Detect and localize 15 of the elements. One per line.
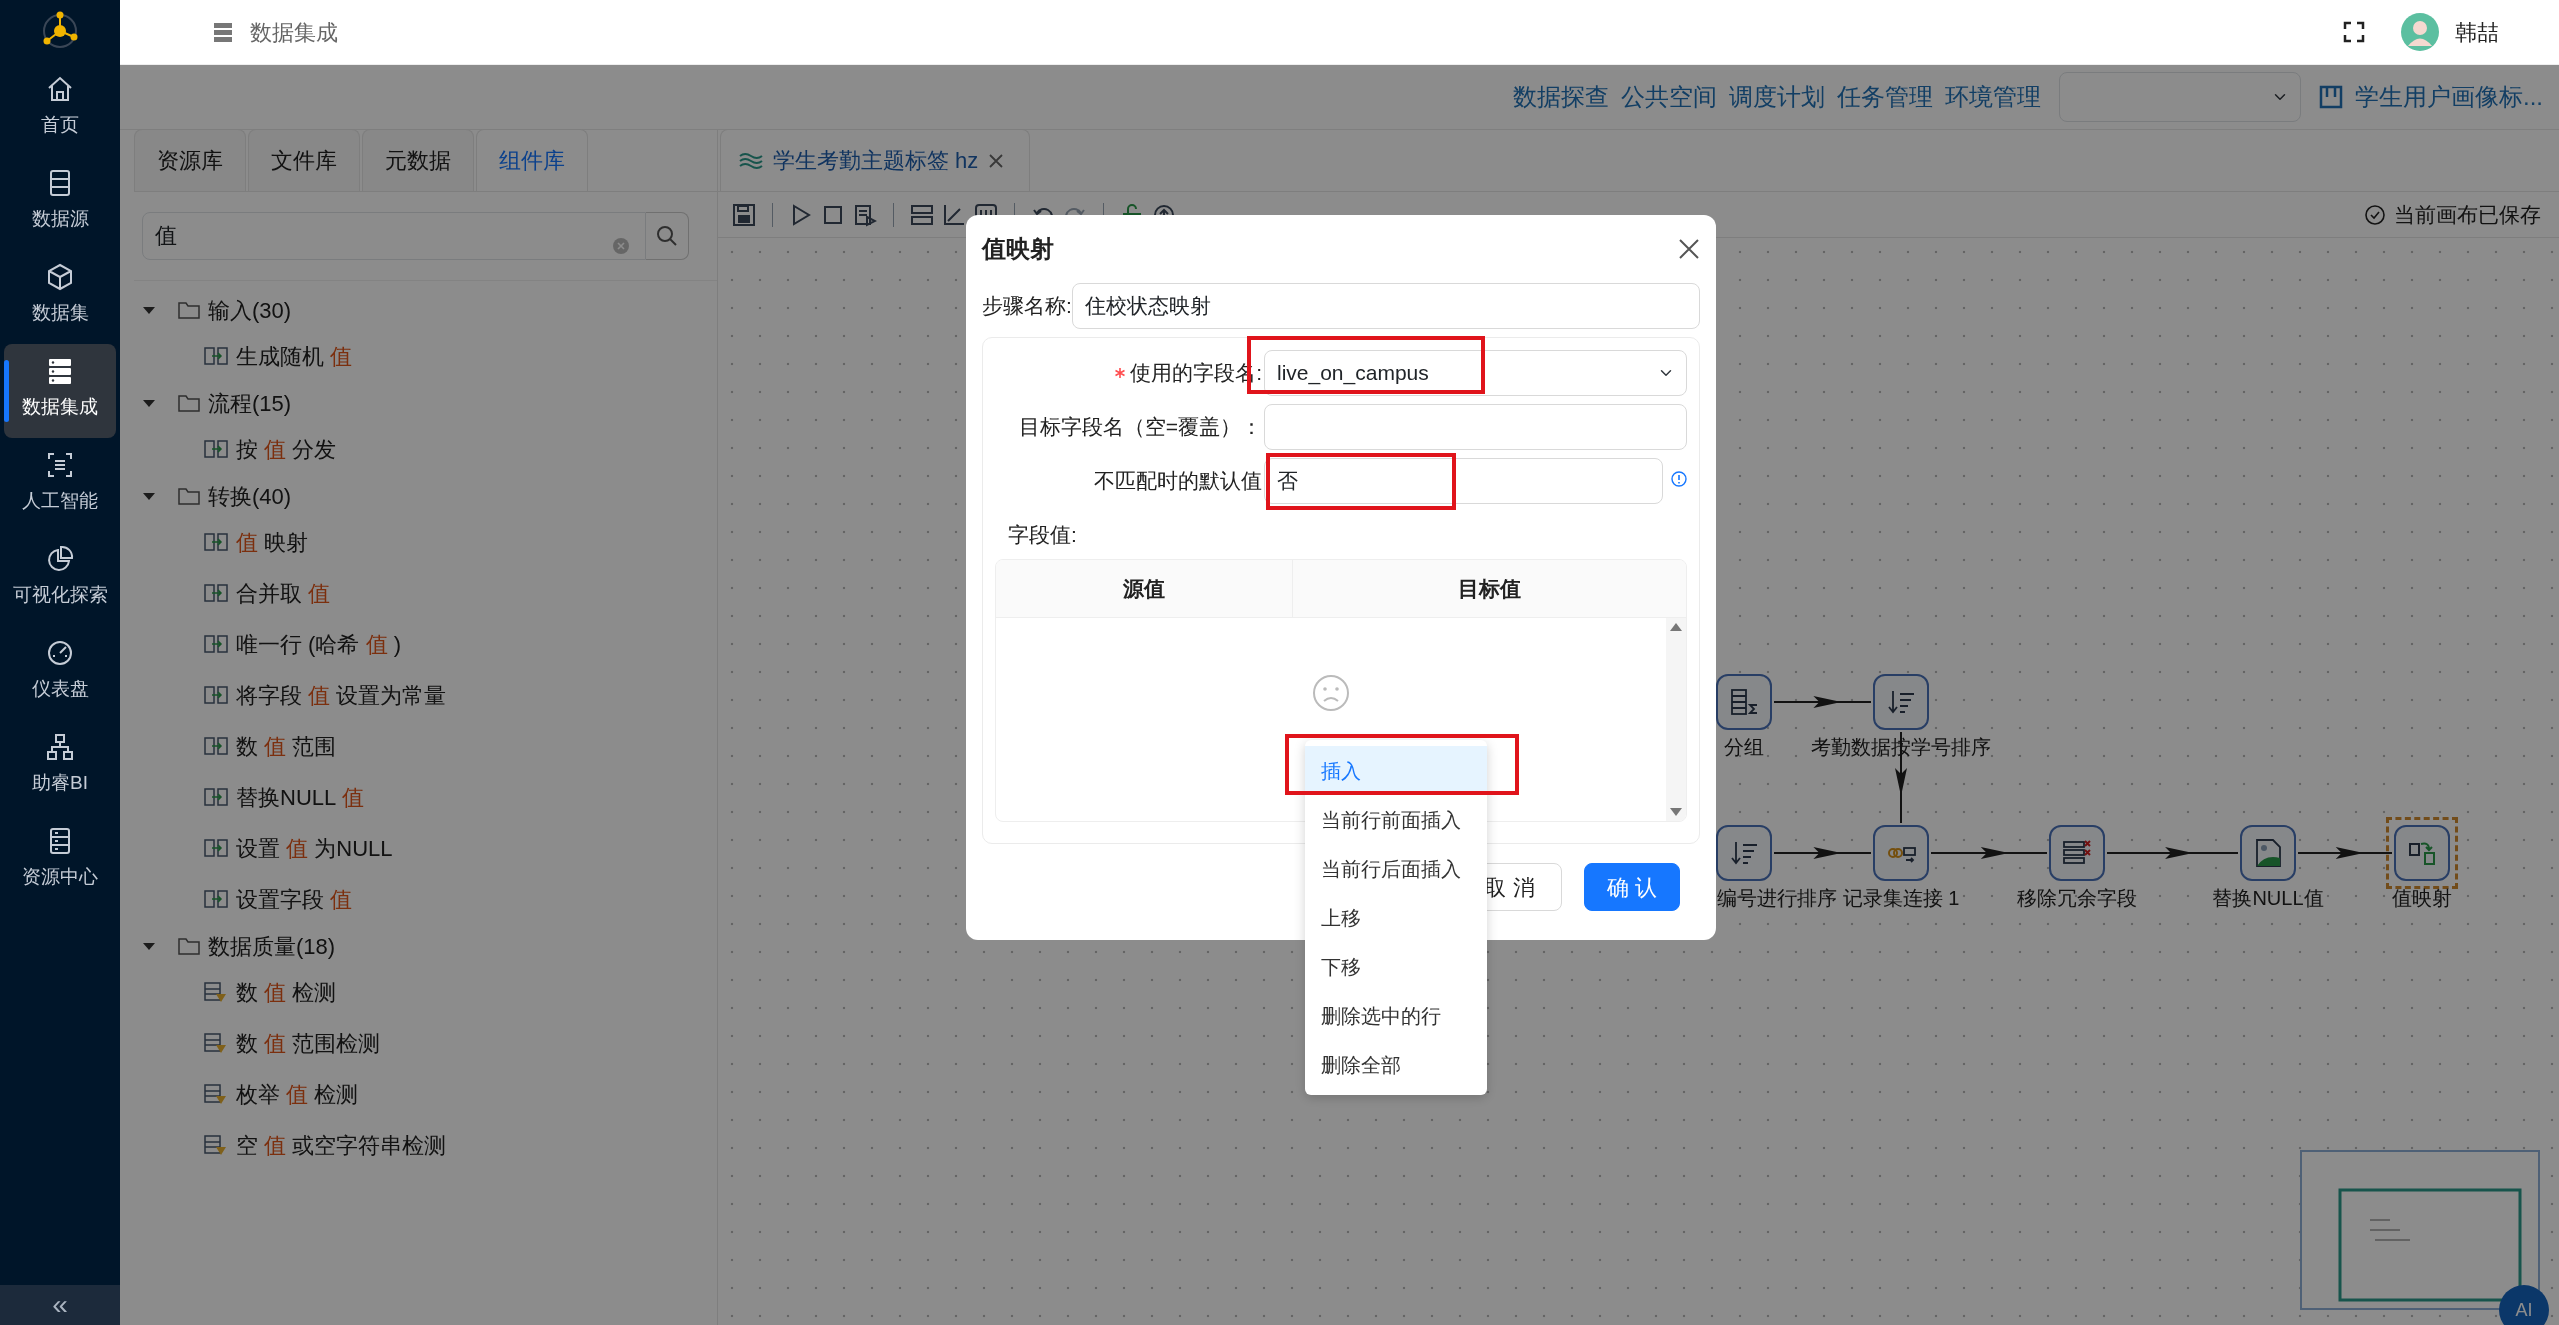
column-header: 源值 <box>1123 575 1165 602</box>
field-label: 不匹配时的默认值 <box>1094 468 1262 495</box>
node-label: 编号进行排序 <box>1717 886 1837 911</box>
breadcrumb: 数据集成 <box>250 18 338 47</box>
node-label: 移除冗余字段 <box>2017 886 2137 911</box>
field-label: 目标字段名（空=覆盖）： <box>1018 414 1262 441</box>
node-label: 值映射 <box>2392 886 2452 911</box>
field-label: 步骤名称: <box>982 293 1072 320</box>
save-status: 当前画布已保存 <box>2394 201 2541 228</box>
node-label: 分组 <box>1724 735 1764 760</box>
node-label: 替换NULL值 <box>2212 886 2324 911</box>
dialog-title: 值映射 <box>982 234 1054 264</box>
section-label: 字段值: <box>1008 522 1078 548</box>
column-header: 目标值 <box>1458 575 1521 602</box>
node-label: 记录集连接 1 <box>1842 886 1960 911</box>
